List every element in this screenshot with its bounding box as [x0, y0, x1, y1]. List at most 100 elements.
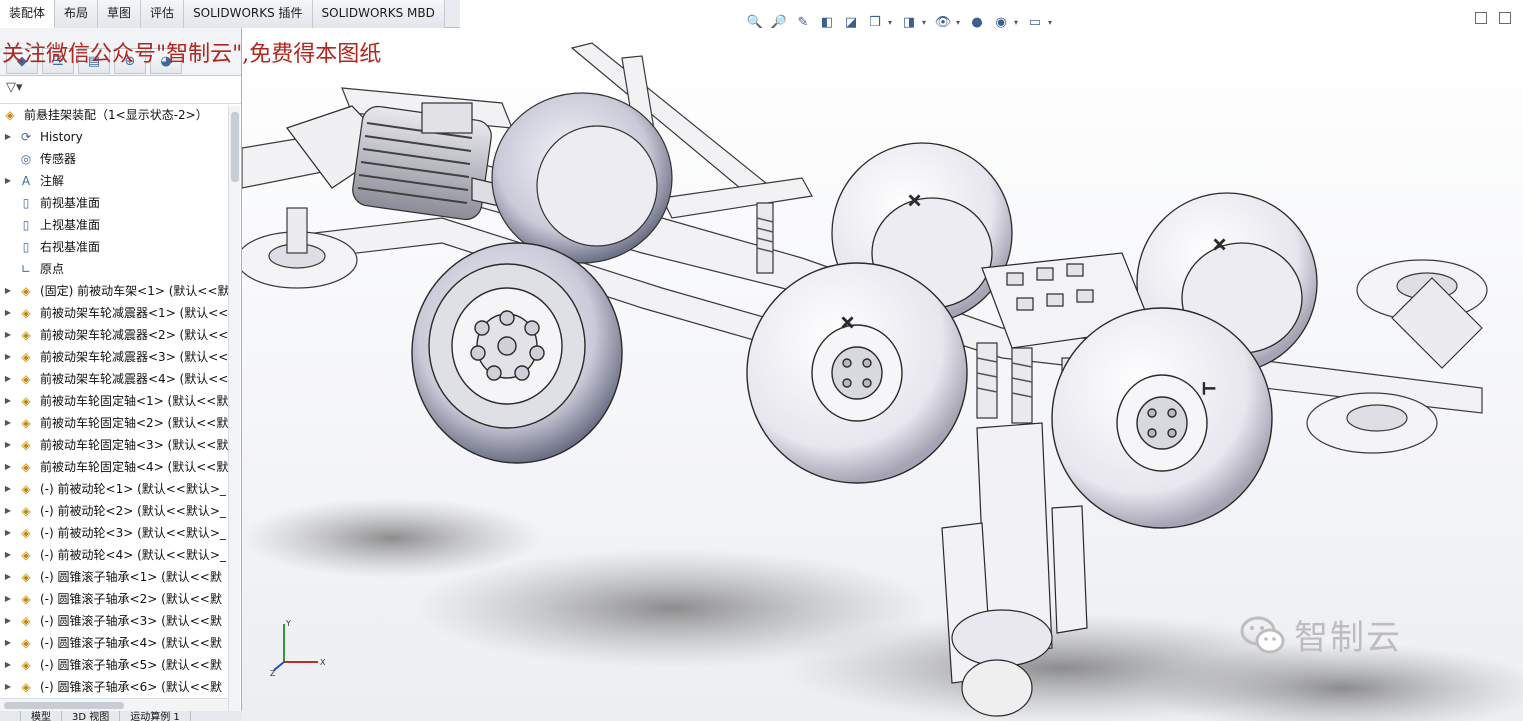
expand-arrow-icon[interactable]: ▶	[0, 412, 16, 434]
tree-item[interactable]: ▶ ◈ 前被动架车轮减震器<3> (默认<<	[0, 346, 228, 368]
tree-item-label: History	[40, 130, 83, 144]
tree-root[interactable]: ◈ 前悬挂架装配（1<显示状态-2>）	[0, 104, 228, 126]
chevron-down-icon[interactable]: ▾	[888, 18, 896, 27]
watermark-top-text: 关注微信公众号"智制云",免费得本图纸	[2, 42, 382, 67]
tree-item[interactable]: ▶ ◈ (-) 前被动轮<3> (默认<<默认>_	[0, 522, 228, 544]
tab-solidworks-addins[interactable]: SOLIDWORKS 插件	[184, 0, 313, 28]
tab-solidworks-mbd[interactable]: SOLIDWORKS MBD	[312, 0, 445, 28]
expand-arrow-icon[interactable]: ▶	[0, 126, 16, 148]
tree-item[interactable]: ▶ ◈ (固定) 前被动车架<1> (默认<<默	[0, 280, 228, 302]
tree-vertical-scrollbar[interactable]	[228, 106, 240, 721]
tree-item[interactable]: ▶ A 注解	[0, 170, 228, 192]
expand-arrow-icon[interactable]: ▶	[0, 170, 16, 192]
tree-item[interactable]: ▶ ◈ (-) 前被动轮<1> (默认<<默认>_	[0, 478, 228, 500]
expand-arrow-icon[interactable]: ▶	[0, 632, 16, 654]
expand-arrow-icon[interactable]: ▶	[0, 522, 16, 544]
expand-arrow-icon[interactable]: ▶	[0, 610, 16, 632]
tree-item-label: (-) 圆锥滚子轴承<5> (默认<<默	[40, 658, 222, 672]
svg-text:×: ×	[1212, 234, 1227, 255]
watermark-brand-text: 智制云	[1294, 618, 1402, 658]
tree-item[interactable]: ▶ ◈ (-) 圆锥滚子轴承<6> (默认<<默	[0, 676, 228, 698]
tree-horizontal-scrollbar[interactable]	[0, 698, 228, 712]
rear-left-wheel	[491, 92, 673, 264]
expand-arrow-icon[interactable]: ▶	[0, 324, 16, 346]
part-icon: ◈	[21, 482, 31, 496]
tree-item[interactable]: ▶ ◈ (-) 圆锥滚子轴承<3> (默认<<默	[0, 610, 228, 632]
expand-arrow-icon[interactable]: ▶	[0, 500, 16, 522]
tree-item[interactable]: ▶ ◈ 前被动车轮固定轴<2> (默认<<默	[0, 412, 228, 434]
tab-model[interactable]: 模型	[21, 711, 62, 721]
part-icon: ◈	[21, 416, 31, 430]
filter-icon[interactable]: ▽▾	[6, 80, 23, 95]
tab-scroll-arrows[interactable]	[0, 711, 21, 721]
tab-sketch[interactable]: 草图	[98, 0, 142, 28]
expand-arrow-icon[interactable]: ▶	[0, 346, 16, 368]
tab-motion-study[interactable]: 运动算例 1	[120, 711, 191, 721]
expand-arrow-icon[interactable]: ▶	[0, 368, 16, 390]
tree-item[interactable]: ▯ 上视基准面	[0, 214, 228, 236]
scrollbar-thumb[interactable]	[4, 702, 124, 709]
chevron-down-icon[interactable]: ▾	[922, 18, 930, 27]
tree-item-label: (-) 圆锥滚子轴承<3> (默认<<默	[40, 614, 222, 628]
triad-y-label: Y	[285, 619, 291, 628]
expand-arrow-icon[interactable]: ▶	[0, 478, 16, 500]
expand-arrow-icon[interactable]: ▶	[0, 676, 16, 698]
tree-item[interactable]: ▶ ◈ 前被动架车轮减震器<4> (默认<<	[0, 368, 228, 390]
part-icon: ◈	[21, 306, 31, 320]
tree-item-label: (-) 圆锥滚子轴承<2> (默认<<默	[40, 592, 222, 606]
tree-item[interactable]: ▶ ◈ 前被动车轮固定轴<3> (默认<<默	[0, 434, 228, 456]
left-caster-wheel	[242, 207, 358, 289]
tree-item-label: 上视基准面	[40, 218, 101, 232]
tree-item-label: 前被动架车轮减震器<2> (默认<<	[40, 328, 228, 342]
tree-item[interactable]: ◎ 传感器	[0, 148, 228, 170]
tree-item[interactable]: ▶ ◈ 前被动架车轮减震器<1> (默认<<	[0, 302, 228, 324]
tree-item[interactable]: ∟ 原点	[0, 258, 228, 280]
tab-3d-views[interactable]: 3D 视图	[62, 711, 121, 721]
part-icon: ◈	[21, 394, 31, 408]
tab-evaluate[interactable]: 评估	[141, 0, 185, 28]
maximize-icon[interactable]	[1499, 12, 1511, 24]
tree-item[interactable]: ▶ ◈ 前被动车轮固定轴<1> (默认<<默	[0, 390, 228, 412]
svg-text:⊢: ⊢	[1202, 379, 1216, 398]
expand-arrow-icon[interactable]: ▶	[0, 566, 16, 588]
expand-arrow-icon[interactable]: ▶	[0, 654, 16, 676]
expand-arrow-icon[interactable]: ▶	[0, 280, 16, 302]
part-icon: ◈	[21, 658, 31, 672]
chevron-down-icon[interactable]: ▾	[1048, 18, 1056, 27]
tree-item[interactable]: ▯ 前视基准面	[0, 192, 228, 214]
plane-icon: ▯	[22, 218, 30, 232]
coordinate-triad: Y X Z	[270, 619, 326, 678]
scrollbar-thumb[interactable]	[231, 112, 239, 182]
tree-item-label: (-) 圆锥滚子轴承<4> (默认<<默	[40, 636, 222, 650]
restore-icon[interactable]	[1475, 12, 1487, 24]
tab-assembly[interactable]: 装配体	[0, 0, 56, 28]
tree-item[interactable]: ▶ ◈ (-) 前被动轮<2> (默认<<默认>_	[0, 500, 228, 522]
tree-item[interactable]: ▯ 右视基准面	[0, 236, 228, 258]
tree-item[interactable]: ▶ ⟳ History	[0, 126, 228, 148]
expand-arrow-icon[interactable]: ▶	[0, 456, 16, 478]
command-manager-tabs: 装配体 布局 草图 评估 SOLIDWORKS 插件 SOLIDWORKS MB…	[0, 0, 460, 28]
tree-item[interactable]: ▶ ◈ (-) 圆锥滚子轴承<1> (默认<<默	[0, 566, 228, 588]
chevron-down-icon[interactable]: ▾	[956, 18, 964, 27]
tree-item[interactable]: ▶ ◈ (-) 圆锥滚子轴承<4> (默认<<默	[0, 632, 228, 654]
expand-arrow-icon[interactable]: ▶	[0, 302, 16, 324]
tab-layout[interactable]: 布局	[55, 0, 99, 28]
front-left-wheel	[411, 242, 623, 464]
feature-manager-panel: ◆ ☰ ▤ ⊕ ◕ ▽▾ ◈ 前悬挂架装配（1<显示状态-2>） ▶ ⟳ Histo…	[0, 28, 242, 721]
tree-item[interactable]: ▶ ◈ (-) 圆锥滚子轴承<2> (默认<<默	[0, 588, 228, 610]
expand-arrow-icon[interactable]: ▶	[0, 588, 16, 610]
part-icon: ◈	[21, 548, 31, 562]
tree-item-label: 前视基准面	[40, 196, 101, 210]
expand-arrow-icon[interactable]: ▶	[0, 434, 16, 456]
part-icon: ◈	[21, 614, 31, 628]
part-icon: ◈	[21, 680, 31, 694]
tree-item[interactable]: ▶ ◈ (-) 圆锥滚子轴承<5> (默认<<默	[0, 654, 228, 676]
tree-item[interactable]: ▶ ◈ 前被动架车轮减震器<2> (默认<<	[0, 324, 228, 346]
tree-item[interactable]: ▶ ◈ 前被动车轮固定轴<4> (默认<<默	[0, 456, 228, 478]
expand-arrow-icon[interactable]: ▶	[0, 544, 16, 566]
expand-arrow-icon[interactable]: ▶	[0, 390, 16, 412]
part-icon: ◈	[21, 504, 31, 518]
tree-item[interactable]: ▶ ◈ (-) 前被动轮<4> (默认<<默认>_	[0, 544, 228, 566]
chevron-down-icon[interactable]: ▾	[1014, 18, 1022, 27]
part-icon: ◈	[21, 636, 31, 650]
